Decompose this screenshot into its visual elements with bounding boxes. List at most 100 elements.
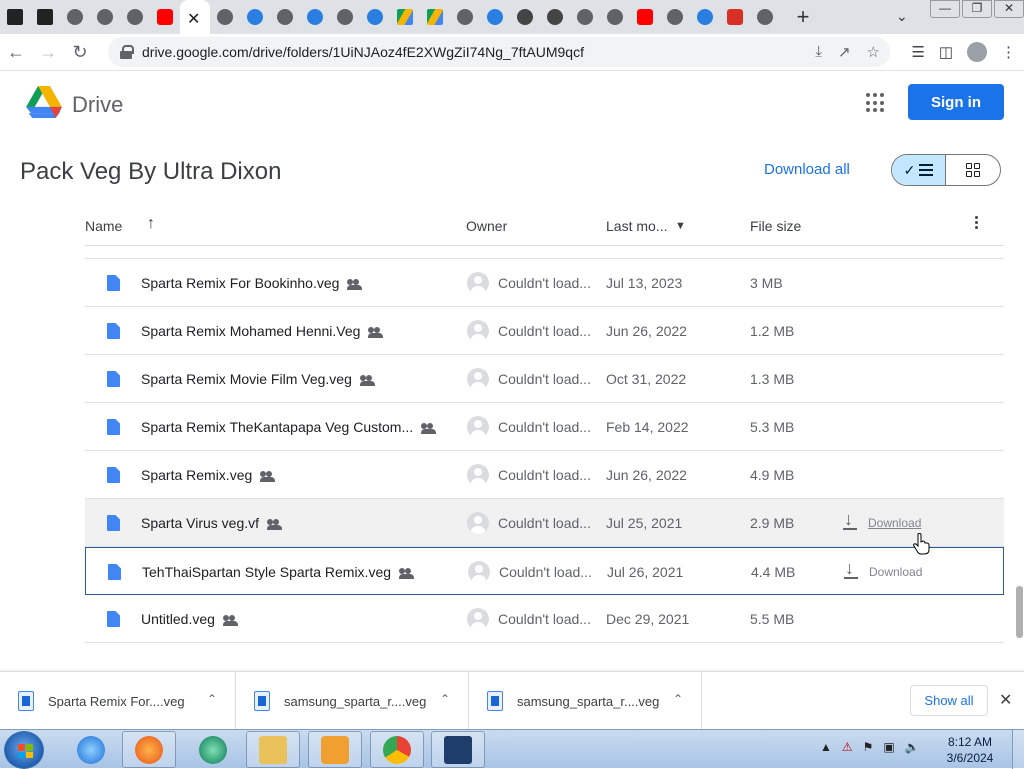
tab-site-2[interactable] [90,0,120,34]
file-row[interactable]: Sparta Remix For Bookinho.veg Couldn't l… [85,259,1004,307]
scrollbar[interactable] [1016,586,1023,638]
tab-archive-2[interactable] [30,0,60,34]
file-row[interactable]: Sparta Remix TheKantapapa Veg Custom... … [85,403,1004,451]
drive-logo-icon[interactable] [25,86,63,118]
file-name[interactable]: Sparta Remix For Bookinho.veg [141,275,339,291]
file-row-selected[interactable]: TehThaiSpartan Style Sparta Remix.veg Co… [85,547,1004,595]
file-row[interactable]: Sparta Remix Movie Film Veg.veg Couldn't… [85,355,1004,403]
tab-site-11[interactable] [750,0,780,34]
sort-dropdown-icon[interactable]: ▼ [675,220,686,232]
close-window-button[interactable]: ✕ [994,0,1024,18]
tab-site-7[interactable] [450,0,480,34]
tab-drive-1[interactable] [390,0,420,34]
network-icon[interactable]: ▣ [883,740,894,754]
back-icon[interactable]: ← [0,42,32,63]
download-item-name[interactable]: samsung_sparta_r....veg [284,694,426,709]
tab-youtube-2[interactable] [630,0,660,34]
address-bar[interactable]: drive.google.com/drive/folders/1UiNJAoz4… [108,37,890,67]
tray-expand-icon[interactable]: ▲ [820,740,832,754]
minimize-button[interactable]: — [930,0,960,18]
drive-app-name[interactable]: Drive [72,92,123,118]
menu-icon[interactable]: ⋮ [1001,43,1016,61]
chevron-up-icon[interactable]: ⌃ [673,692,683,706]
show-desktop-button[interactable] [1012,730,1024,769]
bookmark-star-icon[interactable]: ☆ [867,43,880,61]
download-item-name[interactable]: samsung_sparta_r....veg [517,694,659,709]
clock[interactable]: 8:12 AM 3/6/2024 [940,734,1000,766]
close-icon[interactable]: ✕ [187,9,203,28]
tab-youtube-1[interactable] [150,0,180,34]
download-link[interactable]: Download [868,516,921,530]
tab-site-6[interactable] [330,0,360,34]
tab-cloud-3[interactable] [360,0,390,34]
tab-site-5[interactable] [270,0,300,34]
tab-cloud-4[interactable] [480,0,510,34]
sign-in-button[interactable]: Sign in [908,84,1004,120]
share-icon[interactable]: ↗ [838,43,851,61]
file-row-hovered[interactable]: Sparta Virus veg.vf Couldn't load... Jul… [85,499,1004,547]
column-name[interactable]: Name [85,218,122,234]
taskbar-app[interactable] [186,731,240,768]
tab-archive-1[interactable] [0,0,30,34]
show-all-downloads-button[interactable]: Show all [910,685,988,716]
taskbar-firefox[interactable] [122,731,176,768]
url-text[interactable]: drive.google.com/drive/folders/1UiNJAoz4… [142,44,584,60]
media-icon[interactable]: ☰ [911,43,924,61]
grid-view-button[interactable] [946,155,1000,185]
more-options-icon[interactable] [975,216,979,229]
start-button[interactable] [4,731,44,769]
tab-download[interactable] [720,0,750,34]
taskbar-explorer[interactable] [246,731,300,768]
download-icon[interactable] [843,558,859,580]
flag-icon[interactable]: ⚑ [863,740,874,754]
side-panel-icon[interactable]: ◫ [939,43,953,61]
tab-active[interactable]: ✕ [180,0,210,34]
file-name[interactable]: Sparta Remix.veg [141,467,252,483]
download-item-name[interactable]: Sparta Remix For....veg [48,694,185,709]
reload-icon[interactable]: ↻ [64,42,96,63]
chevron-up-icon[interactable]: ⌃ [207,692,217,706]
column-last-modified[interactable]: Last mo... [606,218,667,234]
file-name[interactable]: TehThaiSpartan Style Sparta Remix.veg [142,564,391,580]
list-view-button[interactable]: ✓ [892,155,947,185]
tab-site-1[interactable] [60,0,90,34]
chevron-up-icon[interactable]: ⌃ [440,692,450,706]
file-name[interactable]: Sparta Remix Mohamed Henni.Veg [141,323,360,339]
download-icon[interactable] [842,509,858,531]
download-link[interactable]: Download [869,565,922,579]
restore-button[interactable]: ❐ [962,0,992,18]
tab-cloud-1[interactable] [240,0,270,34]
download-item[interactable]: samsung_sparta_r....veg ⌃ [236,672,469,730]
volume-muted-icon[interactable]: 🔈 [905,740,920,754]
tab-site-3[interactable] [120,0,150,34]
file-row[interactable]: Sparta Remix.veg Couldn't load... Jun 26… [85,451,1004,499]
file-name[interactable]: Sparta Remix TheKantapapa Veg Custom... [141,419,413,435]
download-icon[interactable]: ⤓ [815,43,822,61]
close-icon[interactable]: ✕ [999,690,1012,710]
tab-site-10[interactable] [660,0,690,34]
new-tab-button[interactable]: + [788,4,818,30]
file-row[interactable]: Sparta Remix Mohamed Henni.Veg Couldn't … [85,307,1004,355]
file-name[interactable]: Sparta Virus veg.vf [141,515,259,531]
download-item[interactable]: Sparta Remix For....veg ⌃ [0,672,236,730]
file-name[interactable]: Untitled.veg [141,611,215,627]
download-all-button[interactable]: Download all [764,161,850,178]
tab-search-icon[interactable]: ⌄ [896,8,908,25]
sort-arrow-up-icon[interactable]: ↑ [147,215,155,233]
taskbar-media[interactable] [308,731,362,768]
alert-icon[interactable]: ⚠ [842,740,853,754]
taskbar-vegas[interactable] [431,731,485,768]
tab-cloud-5[interactable] [690,0,720,34]
lock-icon[interactable] [120,45,134,59]
file-name[interactable]: Sparta Remix Movie Film Veg.veg [141,371,352,387]
download-item[interactable]: samsung_sparta_r....veg ⌃ [469,672,702,730]
tab-drive-2[interactable] [420,0,450,34]
taskbar-ie[interactable] [64,731,118,768]
forward-icon[interactable]: → [32,42,64,63]
tab-site-4[interactable] [210,0,240,34]
apps-grid-icon[interactable] [866,93,886,113]
tab-chrome-1[interactable] [510,0,540,34]
taskbar-chrome[interactable] [370,731,424,768]
profile-avatar[interactable] [967,42,987,62]
tab-cloud-2[interactable] [300,0,330,34]
